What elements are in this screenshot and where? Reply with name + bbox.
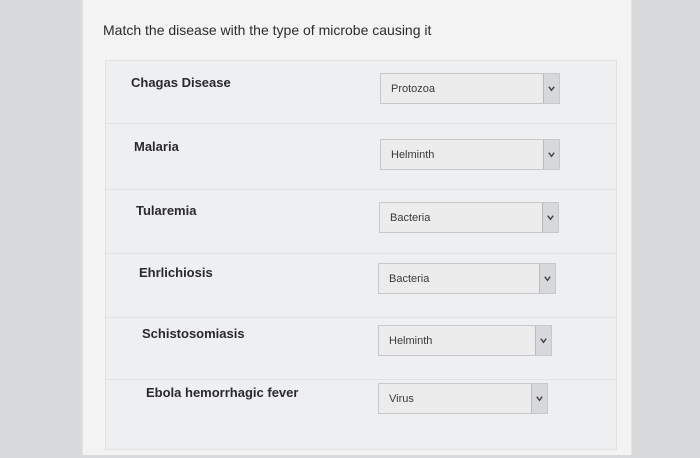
disease-label: Malaria	[134, 139, 179, 154]
chevron-down-icon	[544, 276, 551, 282]
selected-value: Bacteria	[389, 273, 430, 285]
match-row: Malaria Helminth	[106, 127, 616, 190]
matching-panel: Chagas Disease Protozoa Malaria Helminth…	[105, 60, 617, 450]
selected-value: Bacteria	[390, 212, 431, 224]
selected-value: Protozoa	[391, 83, 436, 95]
chevron-down-icon	[536, 396, 543, 402]
quiz-page: Match the disease with the type of micro…	[82, 0, 632, 455]
microbe-select[interactable]: Helminth	[380, 139, 560, 170]
match-row: Schistosomiasis Helminth	[106, 317, 616, 380]
chevron-down-icon	[547, 215, 554, 221]
microbe-select[interactable]: Helminth	[378, 325, 552, 356]
selected-value: Helminth	[389, 335, 433, 347]
dropdown-button[interactable]	[543, 140, 559, 169]
match-row: Ehrlichiosis Bacteria	[106, 255, 616, 318]
match-row: Tularemia Bacteria	[106, 191, 616, 254]
microbe-select[interactable]: Bacteria	[378, 263, 556, 294]
microbe-select[interactable]: Bacteria	[379, 202, 559, 233]
dropdown-button[interactable]	[531, 384, 547, 413]
disease-label: Ehrlichiosis	[139, 265, 213, 280]
chevron-down-icon	[548, 152, 555, 158]
microbe-select[interactable]: Protozoa	[380, 73, 560, 104]
chevron-down-icon	[540, 338, 547, 344]
chevron-down-icon	[548, 86, 555, 92]
match-row: Ebola hemorrhagic fever Virus	[106, 379, 616, 441]
match-row: Chagas Disease Protozoa	[106, 61, 616, 124]
dropdown-button[interactable]	[542, 203, 558, 232]
selected-value: Helminth	[391, 149, 435, 161]
selected-value: Virus	[389, 393, 414, 405]
disease-label: Schistosomiasis	[142, 326, 245, 341]
dropdown-button[interactable]	[535, 326, 551, 355]
disease-label: Tularemia	[136, 203, 197, 218]
disease-label: Chagas Disease	[131, 75, 231, 90]
dropdown-button[interactable]	[543, 74, 559, 103]
disease-label: Ebola hemorrhagic fever	[146, 385, 299, 400]
question-text: Match the disease with the type of micro…	[103, 22, 432, 38]
dropdown-button[interactable]	[539, 264, 555, 293]
microbe-select[interactable]: Virus	[378, 383, 548, 414]
